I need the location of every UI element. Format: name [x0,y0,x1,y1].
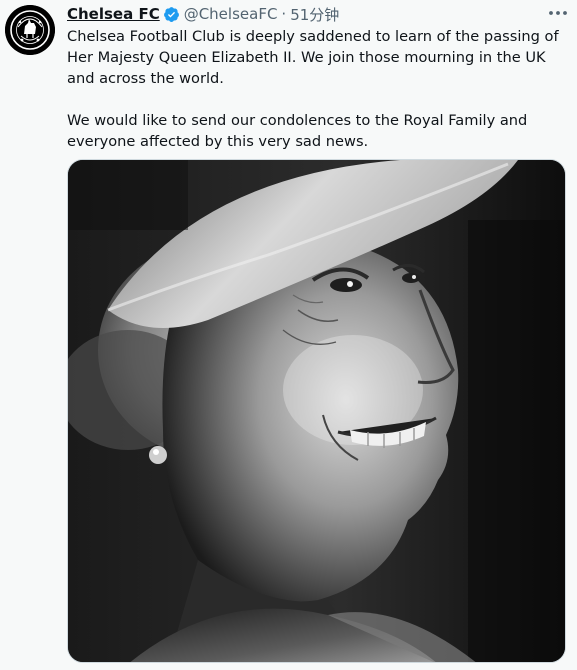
tweet-paragraph-1: Chelsea Football Club is deeply saddened… [67,28,559,87]
tweet-paragraph-2: We would like to send our condolences to… [67,112,528,150]
tweet-text: Chelsea Football Club is deeply saddened… [67,26,569,152]
tweet-header: Chelsea FC @ChelseaFC · 51分钟 [67,4,339,24]
avatar[interactable] [5,5,55,55]
tweet-timestamp[interactable]: 51分钟 [290,4,339,25]
verified-badge-icon [163,6,179,22]
tweet-card: Chelsea FC @ChelseaFC · 51分钟 Chelsea Foo… [0,0,577,670]
portrait-image [68,160,565,662]
more-options-button[interactable] [545,2,571,24]
account-name[interactable]: Chelsea FC [67,5,160,23]
header-separator: · [281,5,287,23]
account-handle[interactable]: @ChelseaFC [184,5,278,23]
more-options-icon [549,11,567,15]
chelsea-crest-icon [5,5,55,55]
tweet-photo[interactable] [67,159,566,663]
